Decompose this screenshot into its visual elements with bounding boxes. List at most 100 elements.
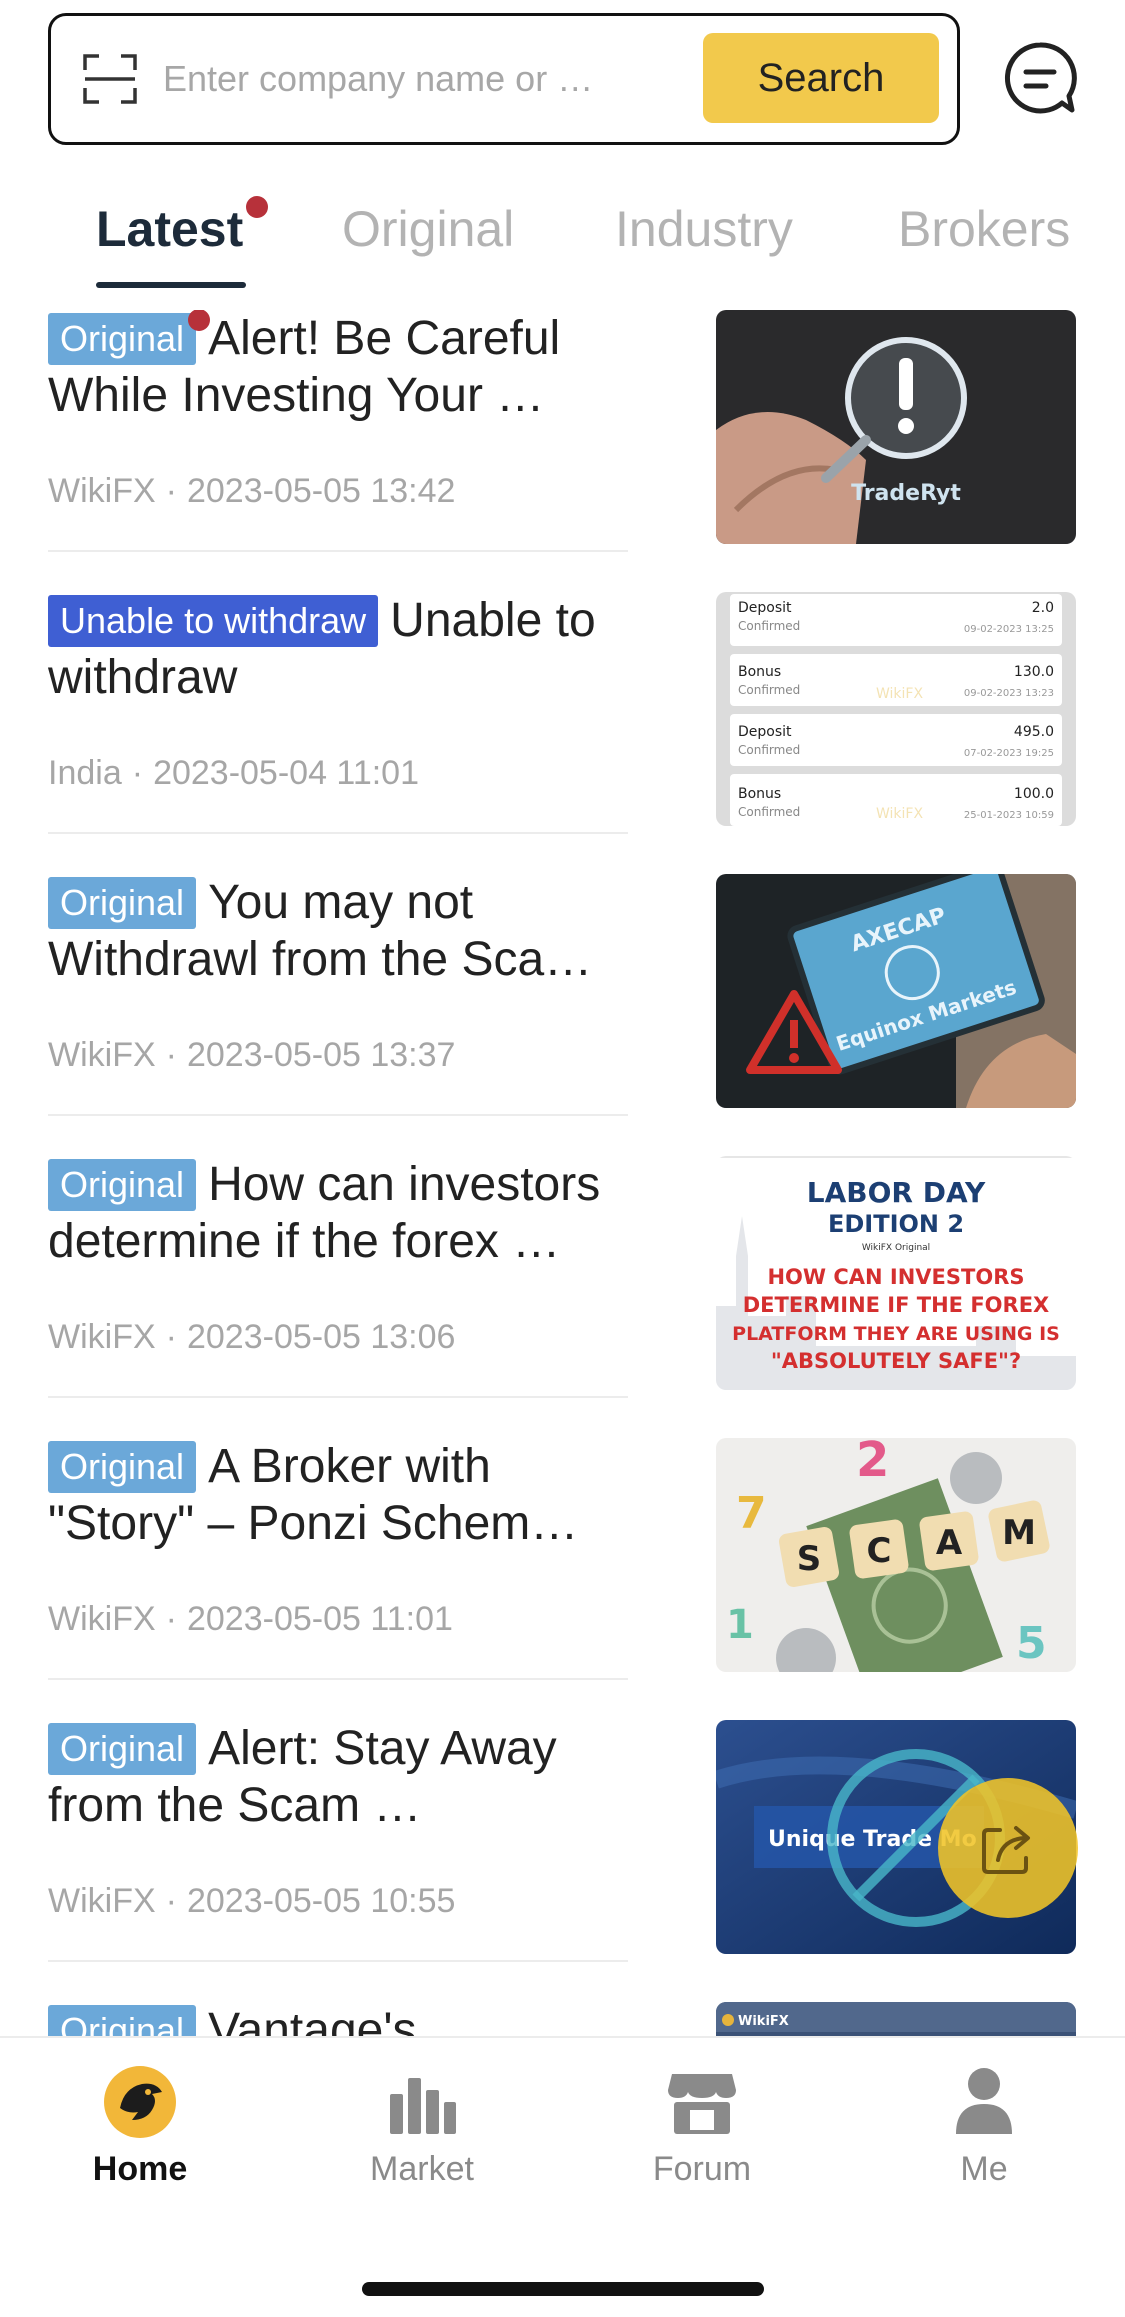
article-thumbnail[interactable]: Deposit Confirmed 2.0 09-02-2023 13:25 B…: [716, 592, 1076, 826]
svg-text:DETERMINE IF THE FOREX: DETERMINE IF THE FOREX: [743, 1293, 1050, 1317]
article-text: Original How can investors determine if t…: [48, 1156, 628, 1426]
list-item[interactable]: Original A Broker with "Story" – Ponzi Sc…: [48, 1438, 1078, 1720]
transaction-row: Bonus Confirmed 100.0 25-01-2023 10:59 W…: [730, 774, 1062, 826]
letter-tile: M: [988, 1500, 1050, 1562]
nav-forum[interactable]: Forum: [622, 2064, 782, 2204]
svg-text:Confirmed: Confirmed: [738, 619, 800, 633]
tab-original[interactable]: Original: [342, 200, 514, 258]
svg-text:1: 1: [726, 1602, 754, 1648]
original-tag: Original: [48, 2005, 197, 2036]
bottom-navigation: Home Market Forum Me: [0, 2036, 1125, 2317]
letter-tile: A: [919, 1511, 979, 1571]
tab-industry[interactable]: Industry: [615, 200, 793, 258]
article-title: Original A Broker with "Story" – Ponzi Sc…: [48, 1440, 579, 1550]
svg-text:Confirmed: Confirmed: [738, 683, 800, 697]
search-bar[interactable]: Enter company name or … Search: [48, 13, 960, 145]
transaction-row: Deposit Confirmed 2.0 09-02-2023 13:25: [730, 594, 1062, 646]
article-thumbnail[interactable]: TradeRyt: [716, 310, 1076, 544]
article-meta: WikiFX · 2023-05-05 10:55: [48, 1882, 456, 1920]
svg-text:09-02-2023 13:25: 09-02-2023 13:25: [964, 624, 1054, 635]
list-item[interactable]: Unable to withdraw Unable to withdraw Ind…: [48, 592, 1078, 874]
list-item[interactable]: Original Alert! Be Careful While Investin…: [48, 310, 1078, 592]
divider: [48, 1396, 628, 1398]
svg-text:C: C: [867, 1531, 892, 1571]
svg-text:Confirmed: Confirmed: [738, 743, 800, 757]
home-eagle-icon: [104, 2066, 176, 2138]
svg-text:M: M: [1002, 1513, 1036, 1553]
transaction-row: Deposit Confirmed 495.0 07-02-2023 19:25: [730, 714, 1062, 766]
article-meta: WikiFX · 2023-05-05 13:06: [48, 1318, 456, 1356]
letter-tile: S: [778, 1526, 840, 1588]
article-meta: WikiFX · 2023-05-05 13:37: [48, 1036, 456, 1074]
divider: [48, 1114, 628, 1116]
svg-text:130.0: 130.0: [1014, 664, 1054, 680]
article-source: WikiFX: [48, 1036, 156, 1074]
tab-latest[interactable]: Latest: [96, 200, 243, 258]
message-icon[interactable]: [1002, 40, 1078, 116]
svg-text:07-02-2023 19:25: 07-02-2023 19:25: [964, 748, 1054, 759]
original-tag: Original: [48, 1723, 197, 1775]
article-text: Original Alert: Stay Away from the Scam ……: [48, 1720, 628, 1990]
article-thumbnail[interactable]: AXECAP Equinox Markets: [716, 874, 1076, 1108]
svg-text:100.0: 100.0: [1014, 786, 1054, 802]
article-source: India: [48, 754, 122, 792]
tab-indicator: [96, 282, 246, 288]
watermark: WikiFX: [876, 686, 923, 702]
thumbnail-heading2: EDITION 2: [828, 1210, 964, 1238]
svg-text:"ABSOLUTELY SAFE"?: "ABSOLUTELY SAFE"?: [771, 1349, 1021, 1373]
list-item[interactable]: Original How can investors determine if t…: [48, 1156, 1078, 1438]
svg-text:25-01-2023 10:59: 25-01-2023 10:59: [964, 810, 1054, 821]
article-text: Original Vantage's: [48, 2002, 628, 2036]
bar-chart-icon: [390, 2078, 456, 2134]
unread-dot: [188, 310, 211, 331]
scan-icon[interactable]: [83, 54, 137, 104]
svg-text:Bonus: Bonus: [738, 786, 781, 802]
article-source: WikiFX: [48, 1882, 156, 1920]
thumbnail-brand-text: TradeRyt: [851, 481, 961, 506]
search-button[interactable]: Search: [703, 33, 939, 123]
article-title: Original Vantage's: [48, 2002, 628, 2036]
original-tag: Original: [48, 877, 197, 929]
home-indicator[interactable]: [362, 2282, 764, 2296]
article-title: Original Alert: Stay Away from the Scam …: [48, 1722, 557, 1832]
thumbnail-badge: WikiFX Original: [862, 1243, 930, 1253]
article-thumbnail[interactable]: LABOR DAY EDITION 2 WikiFX Original HOW …: [716, 1156, 1076, 1390]
nav-label: Me: [960, 2150, 1008, 2188]
list-item[interactable]: Original You may not Withdrawl from the S…: [48, 874, 1078, 1156]
article-meta: India · 2023-05-04 11:01: [48, 754, 419, 792]
nav-label: Home: [92, 2150, 188, 2188]
article-thumbnail[interactable]: 2 7 5 1 S C A M: [716, 1438, 1076, 1672]
article-datetime: 2023-05-05 11:01: [186, 1600, 453, 1638]
tab-brokers[interactable]: Brokers: [898, 200, 1070, 258]
svg-text:5: 5: [1016, 1618, 1047, 1669]
article-title: Original Alert! Be Careful While Investin…: [48, 310, 628, 424]
article-text: Original A Broker with "Story" – Ponzi Sc…: [48, 1438, 628, 1708]
share-button[interactable]: [938, 1778, 1078, 1918]
transaction-row: Bonus Confirmed 130.0 09-02-2023 13:23 W…: [730, 654, 1062, 706]
thumbnail-heading1: LABOR DAY: [807, 1176, 986, 1209]
nav-me[interactable]: Me: [904, 2064, 1064, 2204]
article-datetime: 2023-05-05 13:42: [186, 472, 456, 510]
article-source: WikiFX: [48, 472, 156, 510]
divider: [48, 1678, 628, 1680]
article-thumbnail[interactable]: WikiFX: [716, 2002, 1076, 2036]
store-icon: [668, 2074, 736, 2134]
unread-dot: [246, 196, 268, 218]
category-tabs: Latest Original Industry Brokers: [0, 190, 1125, 290]
watermark: WikiFX: [738, 2014, 789, 2029]
news-feed[interactable]: Original Alert! Be Careful While Investin…: [0, 296, 1125, 2036]
list-item[interactable]: Original Alert: Stay Away from the Scam ……: [48, 1720, 1078, 2002]
original-tag: Original: [48, 1159, 197, 1211]
divider: [48, 1960, 628, 1962]
original-tag: Original: [48, 310, 211, 365]
divider: [48, 550, 628, 552]
nav-market[interactable]: Market: [342, 2064, 502, 2204]
article-text: Original You may not Withdrawl from the S…: [48, 874, 628, 1144]
svg-text:S: S: [797, 1539, 822, 1579]
watermark: WikiFX: [876, 806, 923, 822]
list-item[interactable]: Original Vantage's WikiFX: [48, 2002, 1078, 2036]
nav-label: Market: [370, 2150, 474, 2188]
nav-home[interactable]: Home: [60, 2064, 220, 2204]
svg-text:Deposit: Deposit: [738, 724, 792, 740]
article-source: WikiFX: [48, 1318, 156, 1356]
